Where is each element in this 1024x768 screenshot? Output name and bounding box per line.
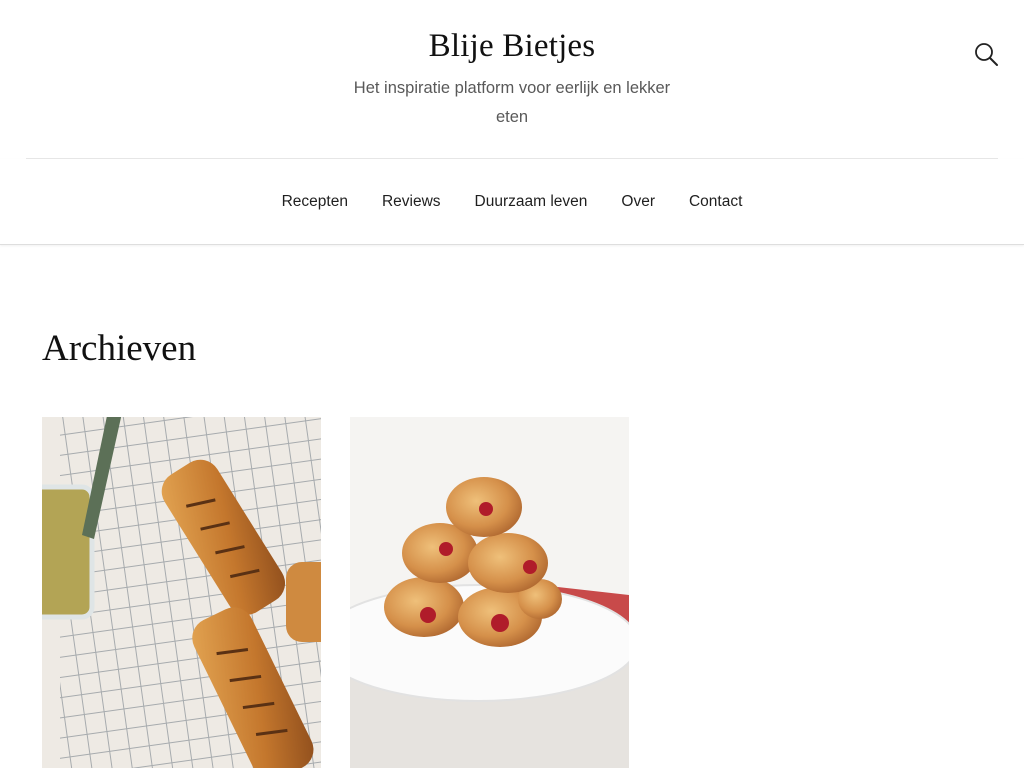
site-header: Blije Bietjes Het inspiratie platform vo… [0,0,1024,159]
sausage-rolls-photo [42,417,321,768]
nav-item-reviews[interactable]: Reviews [382,193,441,211]
search-icon[interactable] [972,40,1000,68]
nav-item-duurzaam-leven[interactable]: Duurzaam leven [475,193,588,211]
doughnuts-photo [350,417,629,768]
nav-item-recepten[interactable]: Recepten [282,193,348,211]
post-card-image[interactable] [42,417,321,768]
site-tagline: Het inspiratie platform voor eerlijk en … [353,79,671,126]
nav-item-contact[interactable]: Contact [689,193,742,211]
main-navigation: Recepten Reviews Duurzaam leven Over Con… [0,159,1024,245]
archive-title: Archieven [42,328,197,369]
site-title[interactable]: Blije Bietjes [0,26,1024,66]
site-branding: Blije Bietjes Het inspiratie platform vo… [0,26,1024,132]
post-card-image[interactable] [350,417,629,768]
nav-item-over[interactable]: Over [621,193,655,211]
